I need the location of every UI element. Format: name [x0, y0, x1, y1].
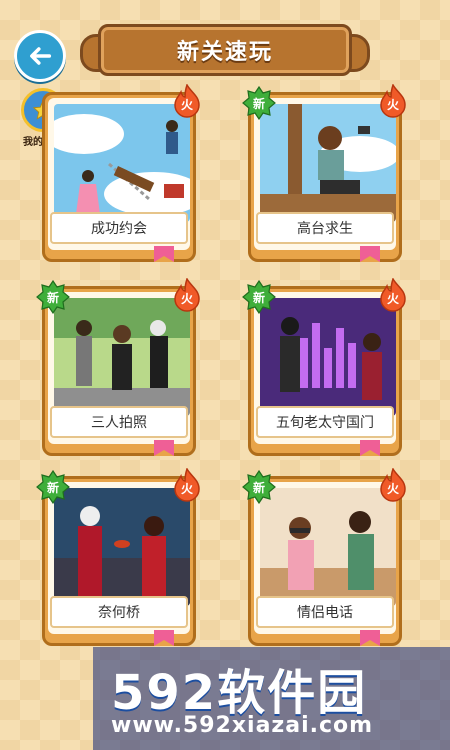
level-card[interactable]: 情侣电话 新 火 [242, 467, 406, 646]
hot-badge-icon: 火 [172, 467, 202, 502]
level-illustration [54, 104, 190, 222]
new-badge-icon: 新 [242, 85, 276, 121]
level-illustration [260, 488, 396, 606]
bookmark-ribbon [154, 630, 174, 646]
level-name: 三人拍照 [50, 406, 188, 438]
bookmark-ribbon [154, 246, 174, 262]
level-card[interactable]: 五旬老太守国门 新 火 [242, 277, 406, 456]
level-illustration [260, 104, 396, 222]
level-name: 情侣电话 [256, 596, 394, 628]
hot-badge-icon: 火 [378, 467, 408, 502]
level-name: 奈何桥 [50, 596, 188, 628]
new-badge-icon: 新 [242, 279, 276, 315]
hot-badge-icon: 火 [378, 277, 408, 312]
hot-badge-icon: 火 [378, 83, 408, 118]
level-illustration [54, 298, 190, 416]
hot-badge-icon: 火 [172, 83, 202, 118]
level-illustration [260, 298, 396, 416]
new-badge-icon: 新 [36, 469, 70, 505]
page-title: 新关速玩 [176, 40, 273, 65]
arrow-left-icon [30, 47, 52, 65]
title-banner: 新关速玩 [80, 24, 370, 76]
level-illustration [54, 488, 190, 606]
level-card[interactable]: 成功约会 火 [42, 83, 200, 262]
site-watermark: 592软件园 www.592xiazai.com [93, 647, 450, 750]
new-badge-icon: 新 [36, 279, 70, 315]
new-badge-icon: 新 [242, 469, 276, 505]
hot-badge-icon: 火 [172, 277, 202, 312]
level-name: 高台求生 [256, 212, 394, 244]
bookmark-ribbon [154, 440, 174, 456]
level-card[interactable]: 奈何桥 新 火 [36, 467, 200, 646]
bookmark-ribbon [360, 246, 380, 262]
watermark-url: www.592xiazai.com [111, 713, 374, 738]
bookmark-ribbon [360, 440, 380, 456]
bookmark-ribbon [360, 630, 380, 646]
level-name: 成功约会 [50, 212, 188, 244]
level-card[interactable]: 三人拍照 新 火 [36, 277, 200, 456]
level-name: 五旬老太守国门 [256, 406, 394, 438]
level-card[interactable]: 高台求生 新 火 [242, 83, 406, 262]
back-button[interactable] [14, 30, 66, 82]
